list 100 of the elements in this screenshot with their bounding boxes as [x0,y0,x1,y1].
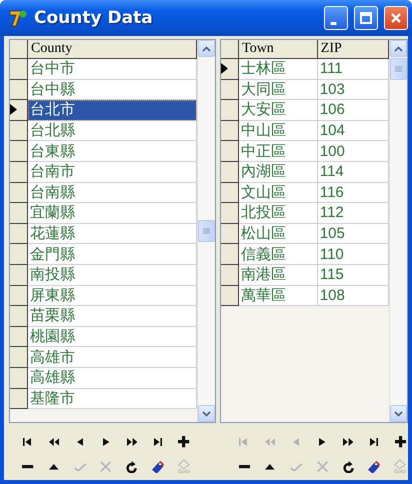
column-header[interactable]: ZIP [318,40,389,59]
table-cell[interactable]: 基隆市 [28,388,198,410]
data-grid[interactable]: County 台中市 台中縣 台北市 台北縣 台東縣 台南市 台南縣 宜蘭縣 花蓮縣 金門縣 南投縣 屏東縣 苗栗縣 桃園縣 高雄市 高雄縣 基隆市 [9,39,216,423]
chevron-up-icon [202,46,212,52]
post-icon [290,462,303,472]
table-cell[interactable]: 信義區 [239,244,318,265]
chevron-up-icon [394,46,403,52]
next-icon [102,438,110,446]
table-cell[interactable]: 台東縣 [28,141,198,162]
row-indicator[interactable] [221,182,240,204]
table-cell[interactable]: 花蓮縣 [28,224,198,244]
table-cell[interactable]: 宜蘭縣 [28,203,198,224]
row-indicator[interactable] [221,141,240,162]
scrollbar[interactable] [197,40,216,422]
scroll-up-button[interactable] [390,40,407,57]
row-indicator[interactable] [10,264,28,286]
row-indicator[interactable] [10,141,28,162]
delete-icon [238,465,250,469]
row-indicator[interactable] [10,100,28,121]
row-indicator[interactable] [10,286,28,306]
table-cell[interactable]: 苗栗縣 [28,306,198,327]
table-cell[interactable]: 111 [318,59,389,80]
table-cell[interactable]: 112 [318,203,389,224]
table-cell[interactable]: 台南市 [28,162,198,183]
table-cell[interactable]: 106 [318,100,389,121]
maximize-button[interactable] [354,6,378,30]
row-indicator[interactable] [10,306,28,327]
table-cell[interactable]: 大同區 [239,80,318,100]
row-indicator[interactable] [10,80,28,100]
table-cell[interactable]: 台北縣 [28,120,198,142]
goto-icon [394,459,406,470]
grip-icon [395,66,402,72]
table-cell[interactable]: 桃園縣 [28,326,198,348]
table-cell[interactable]: 台南縣 [28,182,198,204]
table-cell[interactable]: 114 [318,162,389,183]
row-indicator[interactable] [10,203,28,224]
header-corner [10,40,28,59]
row-indicator[interactable] [10,182,28,204]
table-cell[interactable]: 100 [318,141,389,162]
row-indicator[interactable] [10,244,28,265]
row-indicator[interactable] [10,368,28,388]
table-cell[interactable]: 中山區 [239,120,318,142]
scrollbar[interactable] [389,40,407,422]
table-cell[interactable]: 高雄市 [28,347,198,368]
row-indicator[interactable] [221,59,240,80]
table-cell[interactable]: 103 [318,80,389,100]
table-cell[interactable]: 高雄縣 [28,368,198,388]
table-cell[interactable]: 金門縣 [28,244,198,265]
scroll-thumb[interactable] [390,58,407,80]
table-cell[interactable]: 士林區 [239,59,318,80]
row-indicator[interactable] [221,100,240,121]
table-cell[interactable]: 台中縣 [28,80,198,100]
column-header[interactable]: Town [239,40,318,59]
table-cell[interactable]: 北投區 [239,203,318,224]
row-indicator[interactable] [10,162,28,183]
table-cell[interactable]: 大安區 [239,100,318,121]
table-cell[interactable]: 松山區 [239,224,318,244]
current-row-icon [221,63,228,74]
table-cell[interactable]: 文山區 [239,182,318,204]
row-indicator[interactable] [10,224,28,244]
row-indicator[interactable] [10,59,28,80]
close-button[interactable] [384,6,408,30]
table-cell[interactable]: 屏東縣 [28,286,198,306]
data-grid[interactable]: Town ZIP 士林區 111 大同區 103 大安區 106 中山區 104 中正區 100 內湖區 114 文山區 116 北投區 112 松山區 105 信義區 110 南港區 115 萬華區 108 [220,39,408,423]
table-cell[interactable]: 108 [318,286,389,306]
scroll-down-button[interactable] [198,405,216,422]
table-cell[interactable]: 110 [318,244,389,265]
table-cell[interactable]: 104 [318,120,389,142]
table-cell[interactable]: 105 [318,224,389,244]
delete-icon [22,465,34,469]
scroll-up-button[interactable] [198,40,216,57]
table-cell[interactable]: 116 [318,182,389,204]
table-cell[interactable]: 中正區 [239,141,318,162]
row-indicator[interactable] [221,244,240,265]
row-indicator[interactable] [10,347,28,368]
row-indicator[interactable] [221,203,240,224]
row-indicator[interactable] [221,224,240,244]
table-cell[interactable]: 台北市 [28,100,198,121]
row-indicator[interactable] [221,162,240,183]
row-indicator[interactable] [221,80,240,100]
minimize-button[interactable] [324,6,348,30]
scroll-thumb[interactable] [198,220,216,242]
table-cell[interactable]: 萬華區 [239,286,318,306]
row-indicator[interactable] [10,388,28,410]
row-indicator[interactable] [10,120,28,142]
row-indicator[interactable] [221,286,240,306]
scroll-down-button[interactable] [390,405,407,422]
table-cell[interactable]: 內湖區 [239,162,318,183]
goto-icon [178,459,190,470]
prior-icon [292,438,300,446]
first-icon [239,438,249,446]
table-cell[interactable]: 台中市 [28,59,198,80]
row-indicator[interactable] [221,264,240,286]
table-cell[interactable]: 115 [318,264,389,286]
row-indicator[interactable] [10,326,28,348]
table-cell[interactable]: 南投縣 [28,264,198,286]
maximize-icon [360,12,372,24]
row-indicator[interactable] [221,120,240,142]
column-header[interactable]: County [28,40,198,59]
table-cell[interactable]: 南港區 [239,264,318,286]
